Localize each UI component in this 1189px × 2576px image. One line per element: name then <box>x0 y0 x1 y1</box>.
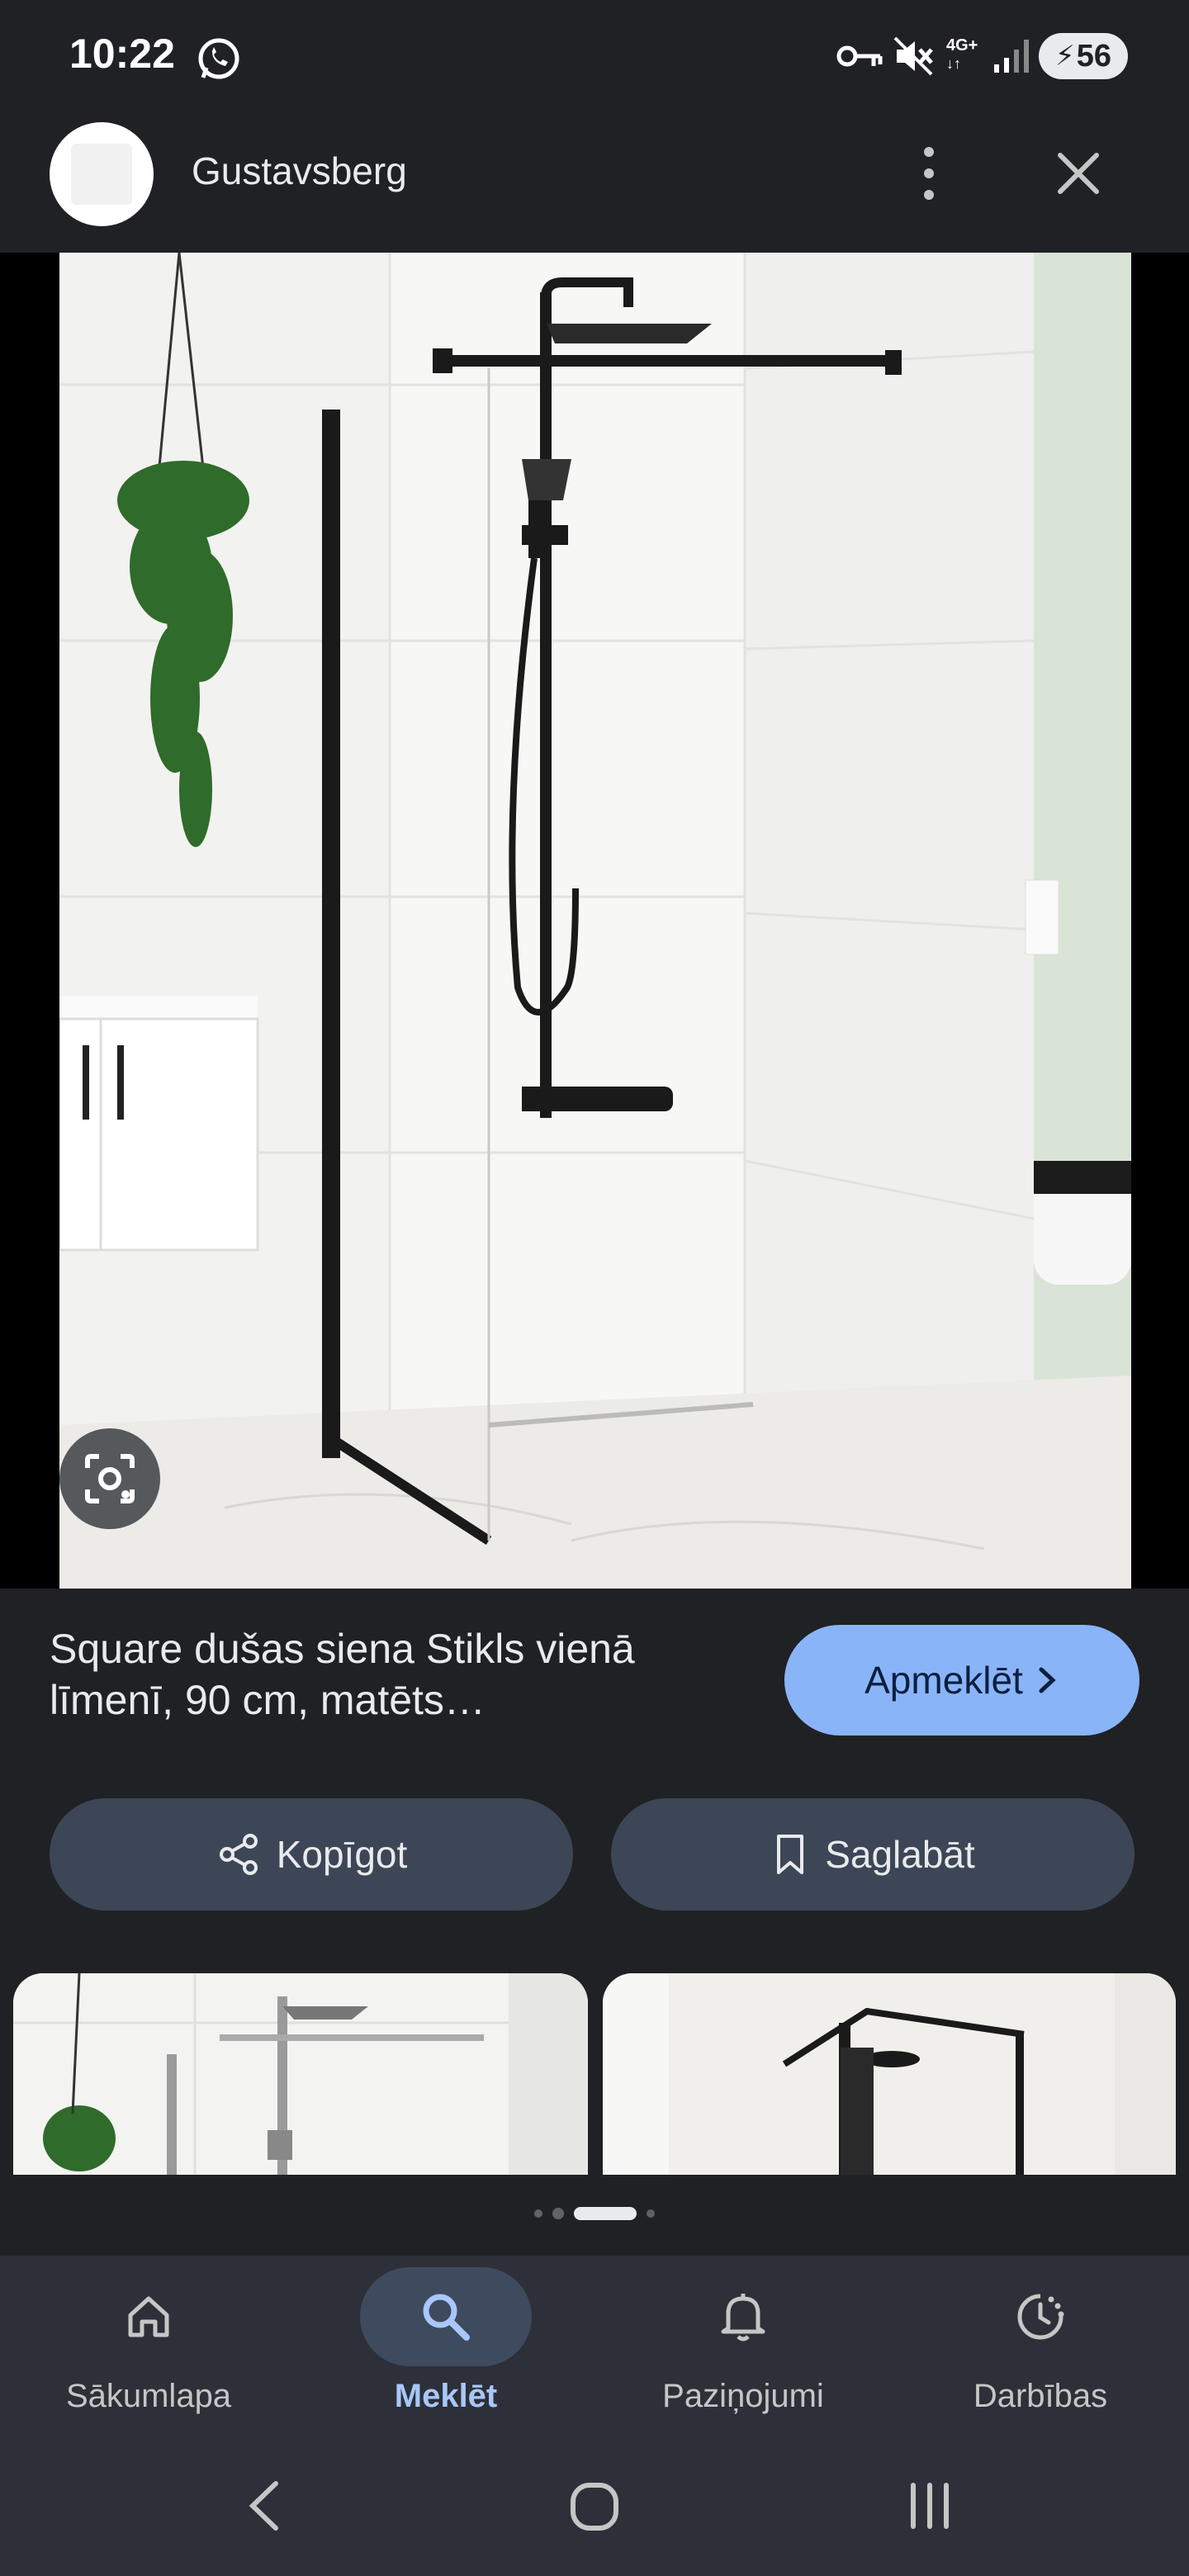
nav-label: Darbības <box>973 2378 1108 2414</box>
system-home-icon[interactable] <box>568 2480 621 2533</box>
mute-icon <box>893 36 933 76</box>
status-time: 10:22 <box>69 31 175 77</box>
visit-button[interactable]: Apmeklēt <box>784 1625 1139 1735</box>
related-image-1-graphic <box>13 1973 588 2175</box>
chevron-right-icon <box>1039 1667 1056 1693</box>
nav-item-activity[interactable]: Darbības <box>892 2262 1189 2444</box>
site-name[interactable]: Gustavsberg <box>192 149 407 193</box>
back-icon[interactable] <box>239 2477 289 2535</box>
search-icon <box>423 2294 470 2341</box>
nav-item-search[interactable]: Meklēt <box>297 2262 594 2444</box>
signal-icon <box>994 40 1029 73</box>
more-vert-icon[interactable] <box>908 140 950 206</box>
related-image-2-graphic <box>603 1973 1176 2175</box>
related-image-1[interactable] <box>13 1973 588 2175</box>
nav-label: Sākumlapa <box>65 2378 232 2414</box>
save-button[interactable]: Saglabāt <box>611 1798 1135 1911</box>
nav-label: Paziņojumi <box>662 2378 824 2414</box>
google-lens-button[interactable] <box>59 1428 160 1529</box>
nav-label: Meklēt <box>394 2378 498 2414</box>
share-button[interactable]: Kopīgot <box>50 1798 573 1911</box>
vpn-key-icon <box>836 45 883 67</box>
activity-icon <box>1017 2294 1064 2340</box>
carousel-dot <box>552 2208 564 2219</box>
site-favicon <box>50 122 154 226</box>
carousel-dot <box>534 2209 542 2218</box>
result-title[interactable]: Square dušas siena Stikls vienā līmenī, … <box>50 1623 735 1726</box>
battery-charging-icon: ⚡ <box>1054 40 1075 72</box>
carousel-dot-active <box>574 2207 637 2220</box>
home-icon <box>128 2296 169 2337</box>
close-icon[interactable] <box>1054 149 1103 198</box>
product-image[interactable] <box>59 253 1131 1589</box>
header <box>0 111 1189 253</box>
carousel-indicator <box>512 2201 677 2226</box>
nav-item-notifications[interactable]: Paziņojumi <box>594 2262 892 2444</box>
whatsapp-icon <box>198 38 239 79</box>
lens-icon <box>85 1454 135 1503</box>
bookmark-icon <box>777 1835 804 1874</box>
related-image-2[interactable] <box>603 1973 1176 2175</box>
save-label: Saglabāt <box>825 1833 975 1876</box>
visit-label: Apmeklēt <box>865 1659 1023 1702</box>
recents-icon[interactable] <box>905 2480 955 2531</box>
bell-icon <box>721 2294 765 2342</box>
share-icon <box>219 1834 258 1875</box>
carousel-dot <box>647 2209 655 2218</box>
share-label: Kopīgot <box>276 1833 408 1876</box>
network-type: 4G+ ↓↑ <box>946 36 978 72</box>
nav-item-home[interactable]: Sākumlapa <box>0 2262 297 2444</box>
battery-indicator: ⚡ 56 <box>1039 33 1128 79</box>
